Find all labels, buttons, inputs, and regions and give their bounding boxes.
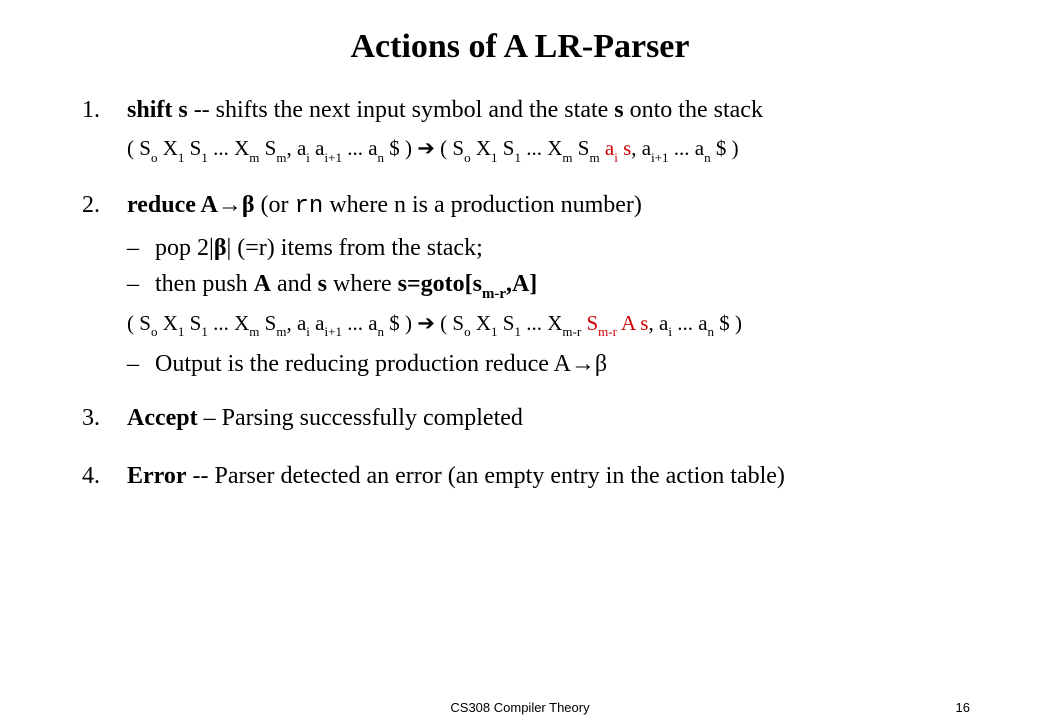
item-number: 1. (70, 94, 127, 126)
item-text: reduce A→β (or rn where n is a productio… (127, 189, 970, 223)
reduce-sub-output: – Output is the reducing production redu… (127, 348, 970, 380)
footer-page: 16 (956, 700, 970, 715)
item-number: 2. (70, 189, 127, 223)
item-text: shift s -- shifts the next input symbol … (127, 94, 970, 126)
shift-formula: ( So X1 S1 ... Xm Sm, ai ai+1 ... an $ )… (127, 134, 970, 165)
item-text: Error -- Parser detected an error (an em… (127, 460, 970, 492)
reduce-sub-push: – then push A and s where s=goto[sm-r,A] (127, 268, 970, 303)
item-text: Accept – Parsing successfully completed (127, 402, 970, 434)
item-number: 4. (70, 460, 127, 492)
footer-course: CS308 Compiler Theory (450, 700, 589, 715)
item-error: 4. Error -- Parser detected an error (an… (70, 460, 970, 492)
slide-title: Actions of A LR-Parser (70, 28, 970, 66)
reduce-sub-pop: – pop 2|β| (=r) items from the stack; (127, 232, 970, 264)
item-shift: 1. shift s -- shifts the next input symb… (70, 94, 970, 126)
item-reduce: 2. reduce A→β (or rn where n is a produc… (70, 189, 970, 223)
item-number: 3. (70, 402, 127, 434)
slide: Actions of A LR-Parser 1. shift s -- shi… (0, 0, 1040, 493)
item-accept: 3. Accept – Parsing successfully complet… (70, 402, 970, 434)
slide-body: 1. shift s -- shifts the next input symb… (70, 94, 970, 493)
reduce-formula: ( So X1 S1 ... Xm Sm, ai ai+1 ... an $ )… (127, 309, 970, 340)
